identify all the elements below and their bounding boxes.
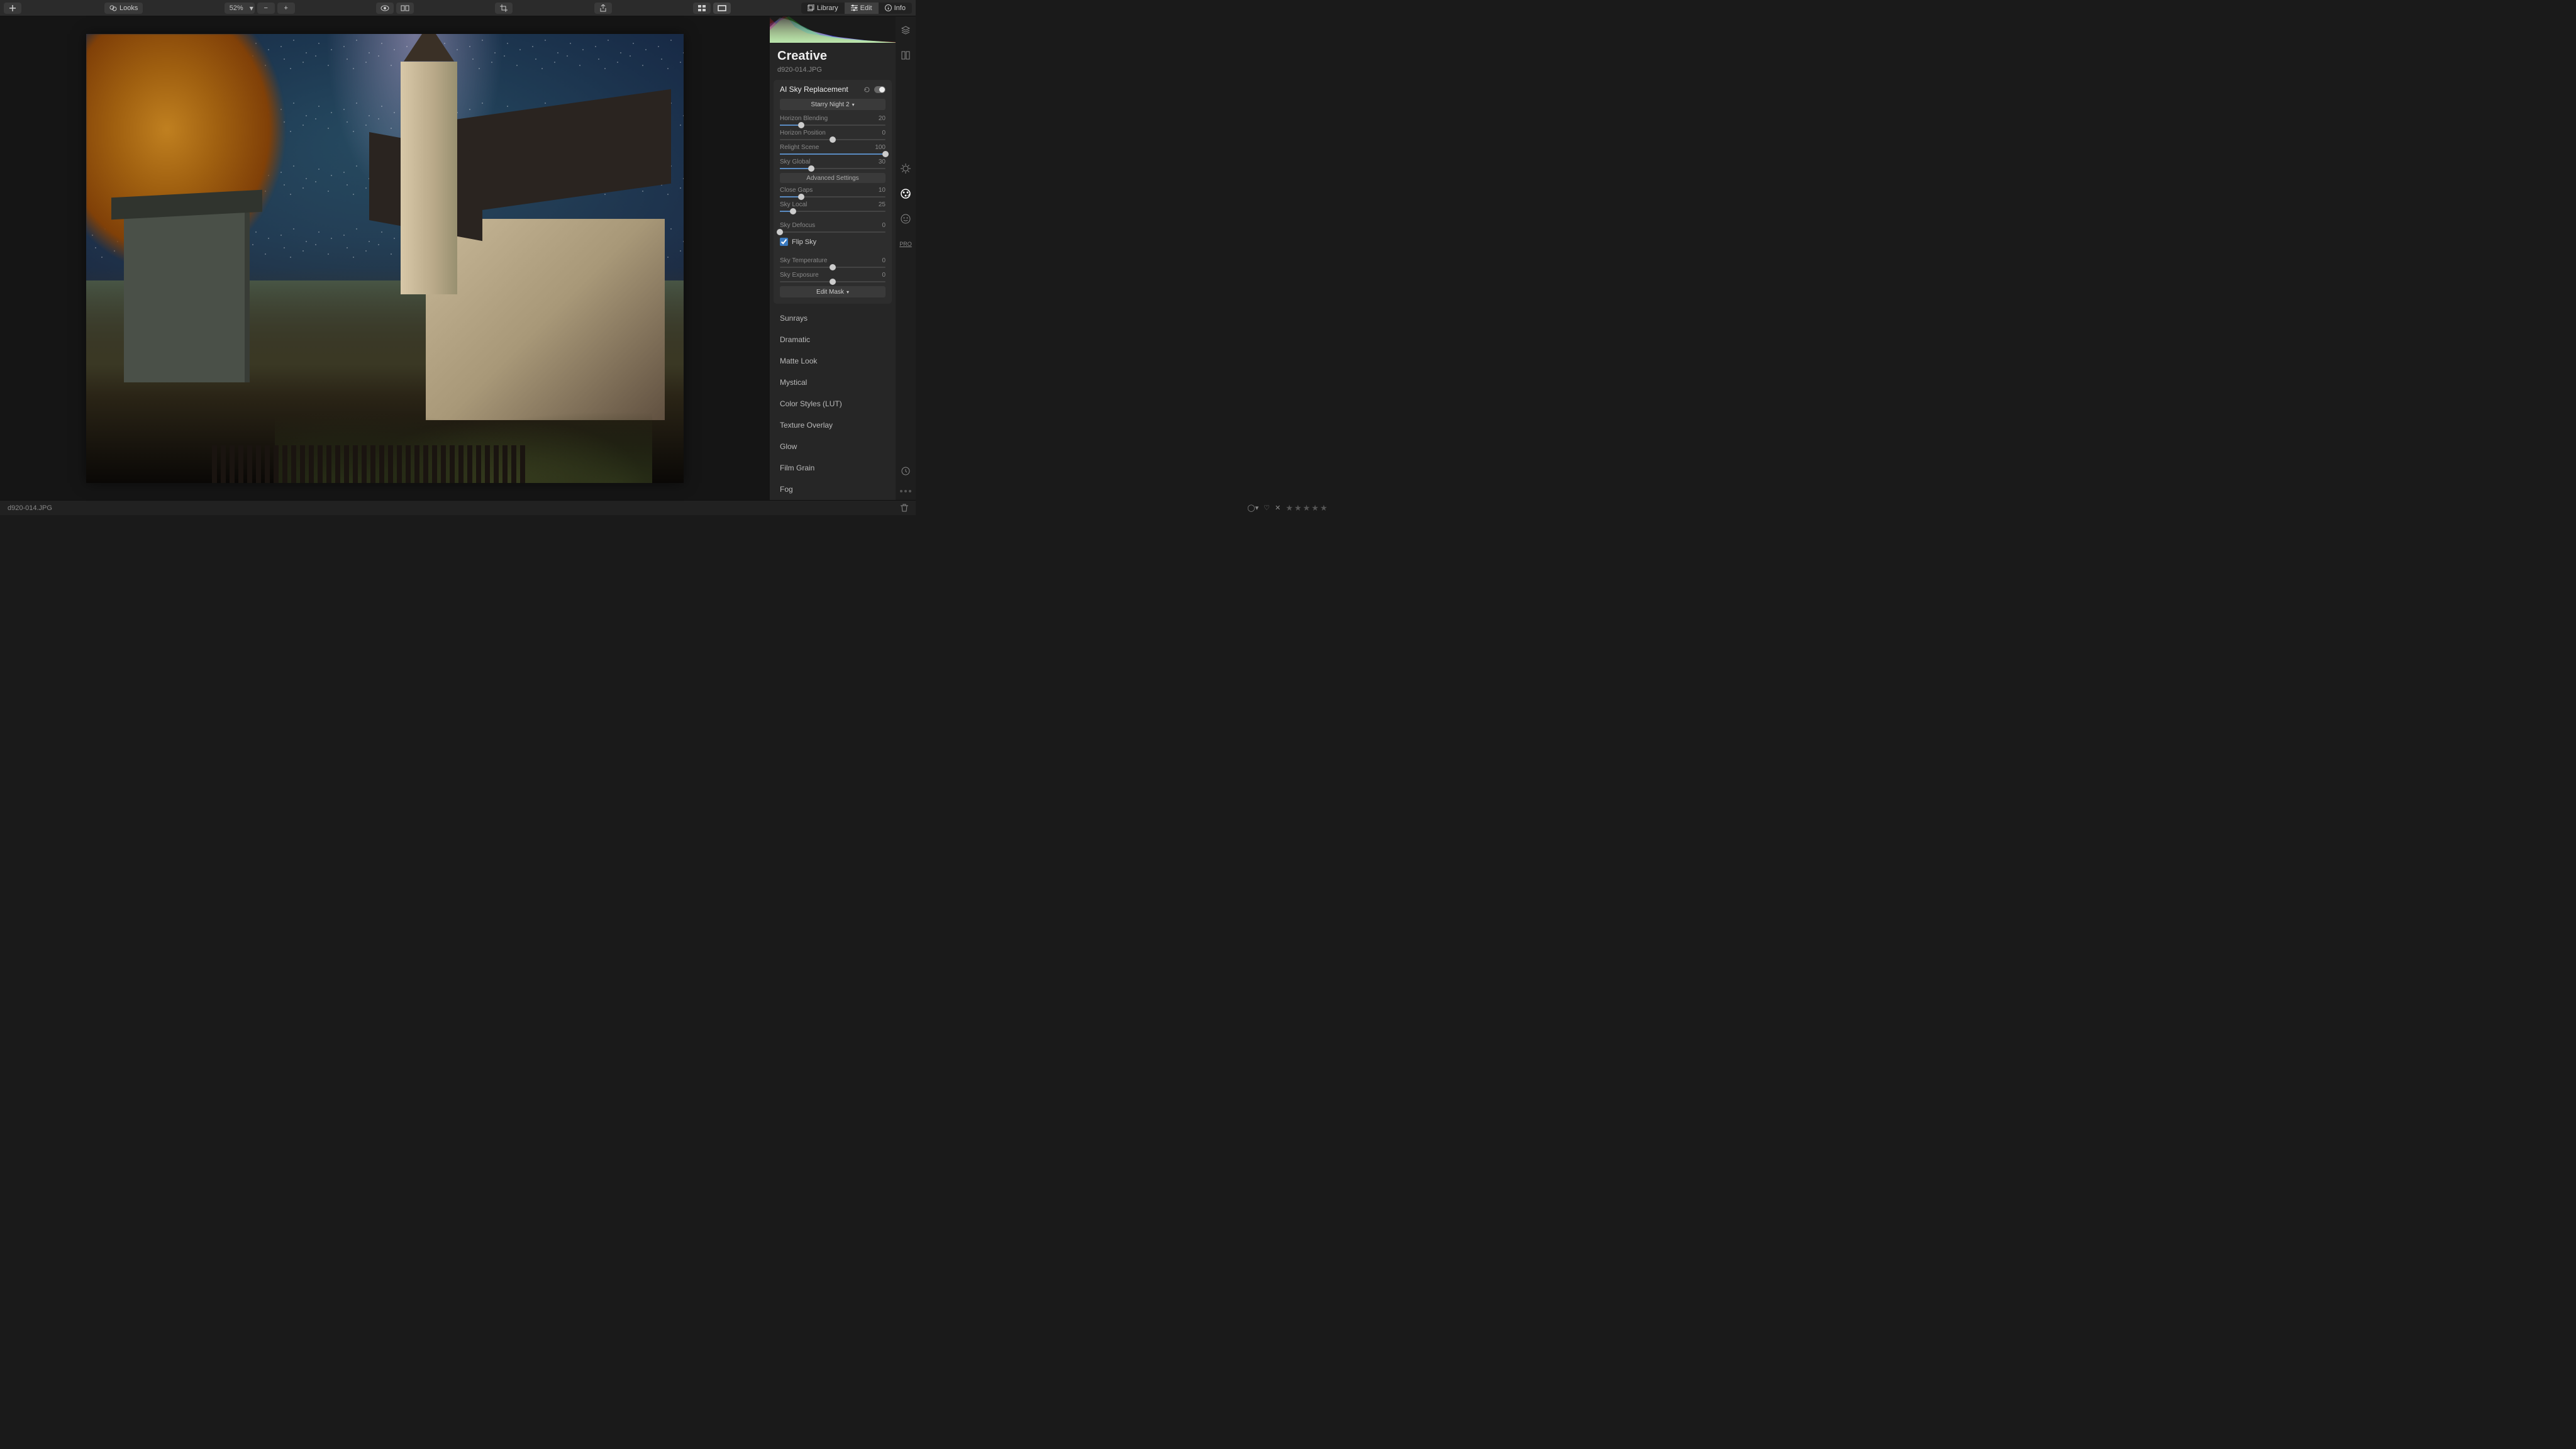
canvas[interactable]	[0, 16, 770, 500]
canvas-icon[interactable]	[899, 49, 912, 62]
share-button[interactable]	[594, 3, 612, 14]
trash-icon[interactable]	[901, 504, 908, 512]
looks-icon	[109, 4, 117, 12]
tab-info[interactable]: Info	[879, 3, 912, 14]
add-button[interactable]	[4, 3, 21, 14]
compare-icon	[401, 5, 409, 11]
photo-preview	[86, 34, 684, 483]
eye-icon	[380, 5, 389, 11]
status-filename: d920-014.JPG	[8, 504, 52, 512]
slider-sky-local[interactable]: Sky Local25	[780, 201, 886, 212]
tool-color-styles[interactable]: Color Styles (LUT)	[770, 393, 896, 414]
history-icon[interactable]	[899, 465, 912, 477]
sliders-icon	[851, 4, 858, 11]
tool-fog[interactable]: Fog	[770, 479, 896, 500]
tool-glow[interactable]: Glow	[770, 436, 896, 457]
zoom-level[interactable]: 52%	[225, 3, 248, 14]
rating-stars[interactable]: ★★★★★	[1285, 503, 1328, 513]
slider-sky-global[interactable]: Sky Global30	[780, 158, 886, 169]
slider-relight-scene[interactable]: Relight Scene100	[780, 144, 886, 155]
reset-icon[interactable]	[863, 86, 870, 93]
slider-close-gaps[interactable]: Close Gaps10	[780, 187, 886, 197]
sky-preset-dropdown[interactable]: Starry Night 2	[780, 99, 886, 110]
zoom-dropdown[interactable]: ▾	[248, 3, 255, 14]
tool-film-grain[interactable]: Film Grain	[770, 457, 896, 479]
section-title: AI Sky Replacement	[780, 85, 848, 94]
library-icon	[808, 4, 814, 11]
section-toggle[interactable]	[874, 86, 886, 93]
grid-view-button[interactable]	[693, 3, 711, 14]
tab-edit[interactable]: Edit	[845, 3, 879, 14]
pro-label[interactable]: PRO	[899, 238, 912, 250]
crop-icon	[500, 4, 508, 12]
creative-icon[interactable]	[899, 187, 912, 200]
advanced-settings-header[interactable]: Advanced Settings	[780, 173, 886, 183]
panel-filename: d920-014.JPG	[770, 66, 896, 80]
compare-button[interactable]	[396, 3, 414, 14]
essentials-icon[interactable]	[899, 162, 912, 175]
slider-sky-defocus[interactable]: Sky Defocus0	[780, 222, 886, 233]
favorite-icon[interactable]: ♡	[1263, 504, 1270, 512]
more-icon[interactable]	[900, 490, 911, 492]
section-ai-sky-replacement: AI Sky Replacement Starry Night 2 Horizo…	[774, 80, 892, 304]
edit-mask-dropdown[interactable]: Edit Mask	[780, 286, 886, 297]
preview-toggle[interactable]	[376, 3, 394, 14]
tool-mystical[interactable]: Mystical	[770, 372, 896, 393]
share-icon	[600, 4, 606, 12]
mode-tabs: Library Edit Info	[801, 3, 912, 14]
single-view-button[interactable]	[713, 3, 731, 14]
looks-label: Looks	[119, 4, 138, 12]
tool-matte-look[interactable]: Matte Look	[770, 350, 896, 372]
info-icon	[885, 4, 892, 11]
crop-button[interactable]	[495, 3, 513, 14]
grid-icon	[698, 5, 706, 11]
panel-title: Creative	[770, 43, 896, 66]
tool-texture-overlay[interactable]: Texture Overlay	[770, 414, 896, 436]
portrait-icon[interactable]	[899, 213, 912, 225]
tool-dramatic[interactable]: Dramatic	[770, 329, 896, 350]
zoom-in-button[interactable]: +	[277, 3, 295, 14]
slider-sky-temperature[interactable]: Sky Temperature0	[780, 257, 886, 268]
looks-button[interactable]: Looks	[104, 3, 143, 14]
tool-sunrays[interactable]: Sunrays	[770, 308, 896, 329]
slider-sky-exposure[interactable]: Sky Exposure0	[780, 272, 886, 282]
color-tag-picker[interactable]: ◯▾	[1247, 504, 1258, 512]
layers-icon[interactable]	[899, 24, 912, 36]
zoom-out-button[interactable]: −	[257, 3, 275, 14]
flip-sky-checkbox[interactable]: Flip Sky	[780, 238, 886, 246]
reject-icon[interactable]: ✕	[1275, 504, 1280, 512]
slider-horizon-blending[interactable]: Horizon Blending20	[780, 115, 886, 126]
tab-library[interactable]: Library	[801, 3, 845, 14]
histogram[interactable]	[770, 16, 896, 43]
single-icon	[718, 5, 726, 11]
slider-horizon-position[interactable]: Horizon Position0	[780, 130, 886, 140]
